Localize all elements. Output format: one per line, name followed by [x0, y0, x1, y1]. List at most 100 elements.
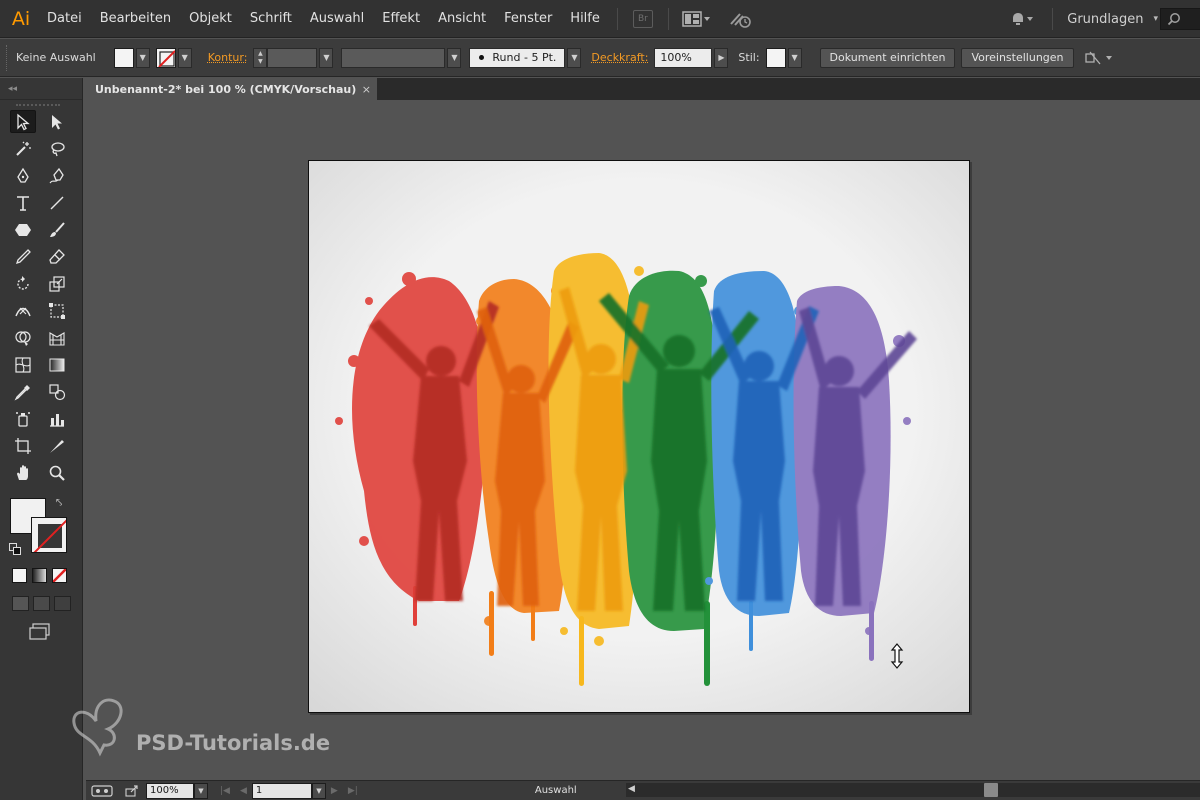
butterfly-logo-icon: [72, 698, 123, 757]
brush-definition[interactable]: Rund - 5 Pt.: [469, 47, 566, 68]
pencil-tool[interactable]: [10, 245, 36, 268]
swap-fill-stroke-icon[interactable]: ⤣: [56, 496, 62, 510]
artboard-tool[interactable]: [10, 434, 36, 457]
symbol-sprayer-tool[interactable]: [10, 407, 36, 430]
stroke-dropdown[interactable]: ▼: [177, 47, 192, 68]
fill-dropdown[interactable]: ▼: [135, 47, 150, 68]
menu-hilfe[interactable]: Hilfe: [561, 0, 609, 38]
screen-mode-button[interactable]: [28, 623, 52, 644]
opacity-slider-toggle[interactable]: ▶: [714, 47, 729, 68]
rotate-tool[interactable]: [10, 272, 36, 295]
canvas-area[interactable]: [86, 100, 1200, 780]
opacity-input[interactable]: 100%: [654, 47, 713, 68]
document-tab[interactable]: Unbenannt-2* bei 100 % (CMYK/Vorschau) ×: [86, 78, 378, 100]
none-mode-button[interactable]: [52, 568, 67, 583]
bridge-button[interactable]: Br: [626, 8, 660, 30]
paintbrush-icon: [50, 221, 65, 237]
preferences-button[interactable]: Voreinstellungen: [961, 47, 1074, 68]
stroke-color-box[interactable]: [31, 517, 67, 553]
selection-tool[interactable]: [10, 110, 36, 133]
stroke-swatch[interactable]: [155, 47, 176, 68]
workspace-switcher[interactable]: Grundlagen ▾: [1010, 0, 1158, 38]
draw-inside-button[interactable]: [54, 596, 71, 611]
width-tool[interactable]: [10, 299, 36, 322]
gradient-mode-button[interactable]: [32, 568, 47, 583]
caret-up-icon: ▲: [258, 49, 263, 57]
menu-auswahl[interactable]: Auswahl: [301, 0, 373, 38]
menu-ansicht[interactable]: Ansicht: [429, 0, 495, 38]
scale-tool[interactable]: [44, 272, 70, 295]
hand-tool[interactable]: [10, 461, 36, 484]
shape-builder-icon: [15, 330, 31, 346]
draw-behind-button[interactable]: [33, 596, 50, 611]
pen-tool[interactable]: [10, 164, 36, 187]
lasso-tool[interactable]: [44, 137, 70, 160]
mesh-tool[interactable]: [10, 353, 36, 376]
gradient-tool[interactable]: [44, 353, 70, 376]
tools-collapse-button[interactable]: ◂◂: [0, 78, 82, 100]
control-bar-menu-button[interactable]: [1080, 47, 1120, 69]
close-icon[interactable]: ×: [362, 83, 371, 96]
curvature-tool[interactable]: [44, 164, 70, 187]
stroke-weight-stepper[interactable]: ▲ ▼: [253, 47, 268, 68]
stroke-weight-field[interactable]: [267, 47, 318, 68]
scroll-left-icon[interactable]: ◀: [628, 784, 635, 794]
color-mode-button[interactable]: [12, 568, 27, 583]
watermark-text: PSD-Tutorials.de: [136, 731, 331, 755]
default-colors-icon[interactable]: [9, 543, 21, 555]
fill-swatch[interactable]: [113, 47, 134, 68]
paintbrush-tool[interactable]: [44, 218, 70, 241]
perspective-grid-tool[interactable]: [44, 326, 70, 349]
artboard-number-input[interactable]: 1: [251, 782, 312, 799]
magic-wand-tool[interactable]: [10, 137, 36, 160]
document-setup-button[interactable]: Dokument einrichten: [819, 47, 956, 68]
eyedropper-tool[interactable]: [10, 380, 36, 403]
polygon-tool[interactable]: [10, 218, 36, 241]
draw-normal-button[interactable]: [12, 596, 29, 611]
chevron-down-icon: ▼: [791, 53, 798, 62]
type-tool[interactable]: [10, 191, 36, 214]
menu-effekt[interactable]: Effekt: [373, 0, 429, 38]
horizontal-scrollbar[interactable]: ◀: [626, 783, 1200, 797]
free-transform-tool[interactable]: [44, 299, 70, 322]
scrollbar-thumb[interactable]: [984, 783, 998, 797]
first-artboard-icon[interactable]: |◀: [220, 786, 230, 796]
eraser-tool[interactable]: [44, 245, 70, 268]
magic-wand-icon: [16, 141, 31, 156]
arrange-documents-button[interactable]: [677, 8, 717, 30]
chevron-down-icon: ▼: [451, 53, 458, 62]
menu-fenster[interactable]: Fenster: [495, 0, 561, 38]
artboard-dropdown[interactable]: ▼: [311, 782, 326, 799]
variable-width-profile[interactable]: [341, 47, 446, 68]
zoom-tool[interactable]: [44, 461, 70, 484]
help-search-input[interactable]: [1160, 8, 1200, 30]
stroke-weight-dropdown[interactable]: ▼: [319, 47, 334, 68]
previous-artboard-icon[interactable]: ◀: [240, 786, 247, 796]
column-graph-tool[interactable]: [44, 407, 70, 430]
menu-schrift[interactable]: Schrift: [241, 0, 301, 38]
menu-objekt[interactable]: Objekt: [180, 0, 241, 38]
blend-tool[interactable]: [44, 380, 70, 403]
graphic-style-dropdown[interactable]: ▼: [787, 47, 802, 68]
next-artboard-icon[interactable]: ▶: [331, 786, 338, 796]
stroke-panel-link[interactable]: Kontur:: [208, 51, 248, 64]
menu-datei[interactable]: Datei: [38, 0, 91, 38]
export-icon: [125, 784, 138, 797]
artboard[interactable]: [308, 160, 970, 713]
slice-tool[interactable]: [44, 434, 70, 457]
export-button[interactable]: [118, 782, 146, 800]
graphic-style-swatch[interactable]: [765, 47, 786, 68]
opacity-panel-link[interactable]: Deckkraft:: [591, 51, 648, 64]
share-button[interactable]: [86, 782, 118, 800]
menu-bearbeiten[interactable]: Bearbeiten: [91, 0, 180, 38]
gpu-performance-button[interactable]: [723, 8, 759, 30]
line-segment-tool[interactable]: [44, 191, 70, 214]
zoom-dropdown[interactable]: ▼: [194, 782, 208, 799]
zoom-level-input[interactable]: 100%: [146, 782, 194, 799]
brush-dropdown[interactable]: ▼: [567, 47, 582, 68]
last-artboard-icon[interactable]: ▶|: [348, 786, 358, 796]
shape-builder-tool[interactable]: [10, 326, 36, 349]
panel-grip[interactable]: [6, 44, 10, 71]
variable-width-dropdown[interactable]: ▼: [447, 47, 462, 68]
direct-selection-tool[interactable]: [44, 110, 70, 133]
